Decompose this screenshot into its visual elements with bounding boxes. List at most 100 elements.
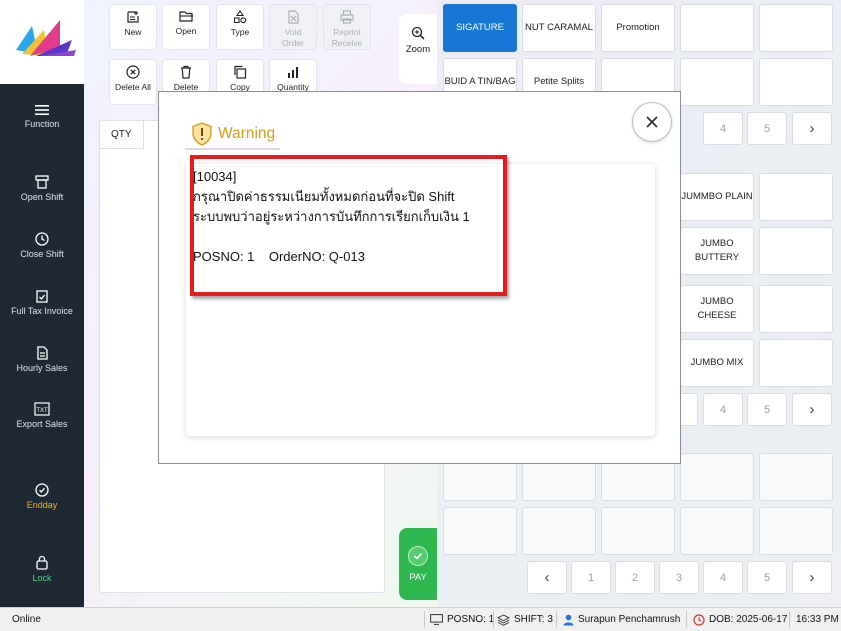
posno-status: POSNO: 1 — [430, 608, 494, 631]
product-button[interactable] — [759, 173, 833, 221]
product-button[interactable]: JUMBO MIX — [680, 339, 754, 387]
sidebar-label: Full Tax Invoice — [11, 306, 73, 316]
divider — [789, 611, 790, 628]
close-icon — [646, 116, 658, 128]
clock-icon — [35, 232, 49, 246]
clock-icon — [693, 613, 705, 626]
category-button[interactable] — [680, 58, 754, 106]
shapes-icon — [233, 10, 247, 24]
category-button[interactable] — [680, 4, 754, 52]
dob-text: DOB: 2025-06-17 — [709, 614, 788, 625]
bottom-page-5[interactable]: 5 — [747, 561, 787, 594]
divider — [493, 611, 494, 628]
copy-icon — [234, 65, 247, 79]
status-bar: Online POSNO: 1 SHIFT: 3 Surapun Pencham… — [0, 607, 841, 631]
sidebar-item-open-shift[interactable]: Open Shift — [0, 175, 84, 202]
sidebar: Function Open Shift Close Shift Full Tax… — [0, 84, 84, 607]
trash-icon — [181, 65, 191, 79]
delete-all-label: Delete All — [115, 82, 151, 92]
category-page-5[interactable]: 5 — [747, 112, 787, 145]
close-circle-icon — [126, 65, 140, 79]
clipboard-check-icon — [36, 290, 48, 303]
chevron-right-icon: › — [809, 120, 815, 137]
open-label: Open — [175, 26, 197, 36]
new-label: New — [124, 27, 142, 37]
product-page-5[interactable]: 5 — [747, 393, 787, 426]
sidebar-item-function[interactable]: Function — [0, 104, 84, 129]
close-button[interactable] — [632, 102, 672, 142]
chevron-right-icon: › — [809, 401, 815, 418]
product-button[interactable]: JUMMBO PLAIN — [680, 173, 754, 221]
logo-icon — [16, 20, 76, 56]
highlight-box — [190, 155, 507, 296]
empty-slot — [680, 453, 754, 501]
time-status: 16:33 PM — [796, 614, 839, 625]
user-text: Surapun Penchamrush — [578, 614, 681, 625]
empty-slot — [601, 507, 675, 555]
warning-shield-icon — [192, 122, 212, 146]
sidebar-item-hourly-sales[interactable]: Hourly Sales — [0, 346, 84, 373]
void-order-button[interactable]: Void Order — [269, 4, 317, 50]
bottom-prev-page[interactable]: ‹ — [527, 561, 567, 594]
menu-icon — [35, 105, 49, 115]
bottom-page-2[interactable]: 2 — [615, 561, 655, 594]
bottom-page-1[interactable]: 1 — [571, 561, 611, 594]
sidebar-item-close-shift[interactable]: Close Shift — [0, 232, 84, 259]
new-button[interactable]: New — [109, 4, 157, 50]
category-button[interactable]: Promotion — [601, 4, 675, 52]
user-icon — [563, 614, 574, 625]
bottom-page-4[interactable]: 4 — [703, 561, 743, 594]
connection-status: Online — [12, 614, 41, 625]
category-button[interactable] — [759, 4, 833, 52]
sidebar-label: Lock — [32, 573, 52, 583]
register-icon — [35, 175, 49, 189]
bar-chart-icon — [288, 67, 298, 78]
product-button[interactable]: JUMBO BUTTERY — [680, 227, 754, 275]
type-button[interactable]: Type — [216, 4, 264, 50]
delete-all-button[interactable]: Delete All — [109, 59, 157, 105]
svg-text:TXT: TXT — [36, 408, 48, 414]
txt-file-icon: TXT — [34, 402, 50, 416]
pay-button[interactable]: PAY — [399, 528, 437, 600]
dialog-title: Warning — [191, 122, 275, 146]
title-underline — [185, 148, 280, 150]
product-button[interactable] — [759, 285, 833, 333]
category-button[interactable]: NUT CARAMAL — [522, 4, 596, 52]
reprint-receive-button[interactable]: Reprint Receive — [323, 4, 371, 50]
bottom-page-3[interactable]: 3 — [659, 561, 699, 594]
printer-icon — [340, 10, 354, 24]
empty-slot — [680, 507, 754, 555]
divider — [556, 611, 557, 628]
dialog-title-text: Warning — [218, 125, 276, 142]
warning-dialog: Warning [10034] กรุณาปิดค่าธรรมเนียมทั้ง… — [158, 91, 681, 464]
zoom-button[interactable]: Zoom — [399, 14, 437, 84]
category-next-page[interactable]: › — [792, 112, 832, 145]
sidebar-label: Endday — [26, 500, 58, 510]
sidebar-item-endday[interactable]: Endday — [0, 483, 84, 510]
product-button[interactable]: JUMBO CHEESE — [680, 285, 754, 333]
product-page-4[interactable]: 4 — [703, 393, 743, 426]
category-button[interactable]: SIGATURE — [443, 4, 517, 52]
document-icon — [37, 346, 48, 360]
shift-status: SHIFT: 3 — [497, 608, 553, 631]
empty-slot — [443, 507, 517, 555]
sidebar-item-lock[interactable]: Lock — [0, 555, 84, 583]
check-icon — [408, 546, 428, 566]
zoom-label: Zoom — [405, 44, 431, 55]
monitor-icon — [430, 614, 443, 625]
layers-icon — [497, 613, 510, 626]
type-label: Type — [230, 27, 250, 37]
product-next-page[interactable]: › — [792, 393, 832, 426]
sidebar-item-full-tax-invoice[interactable]: Full Tax Invoice — [0, 289, 84, 316]
product-button[interactable] — [759, 227, 833, 275]
qty-column-header: QTY — [100, 121, 144, 149]
sidebar-label: Open Shift — [20, 192, 64, 202]
category-page-4[interactable]: 4 — [703, 112, 743, 145]
lock-icon — [36, 555, 48, 570]
sidebar-item-export-sales[interactable]: TXT Export Sales — [0, 402, 84, 429]
bottom-next-page[interactable]: › — [792, 561, 832, 594]
category-button[interactable] — [759, 58, 833, 106]
open-button[interactable]: Open — [162, 4, 210, 50]
new-order-icon — [127, 11, 139, 23]
product-button[interactable] — [759, 339, 833, 387]
